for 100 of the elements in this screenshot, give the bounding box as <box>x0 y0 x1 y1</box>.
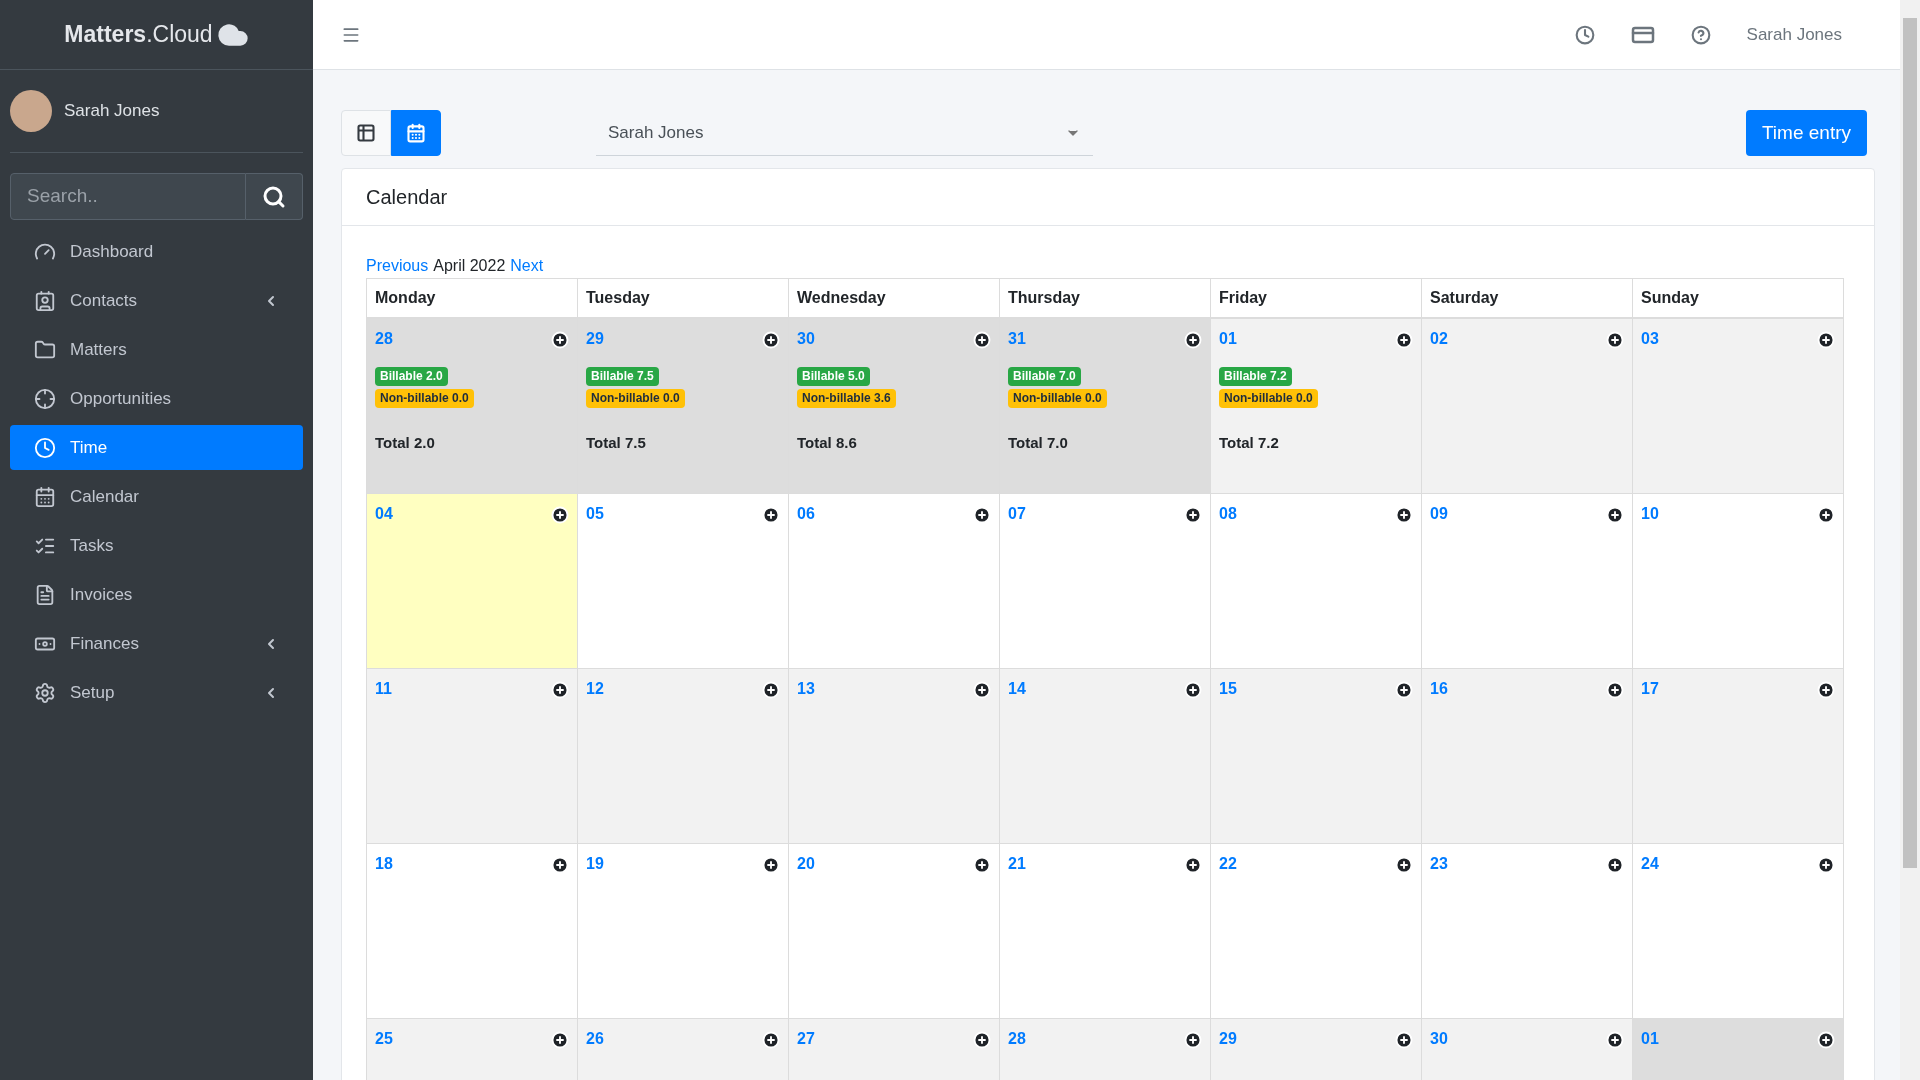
day-cell[interactable]: 28 <box>1000 1019 1211 1080</box>
add-icon[interactable] <box>1184 331 1202 349</box>
day-number[interactable]: 17 <box>1641 677 1659 701</box>
day-cell[interactable]: 13 <box>789 669 1000 844</box>
day-cell[interactable]: 02 <box>1422 319 1633 494</box>
day-cell[interactable]: 29 Billable 7.5 Non-billable 0.0 Total 7.5 <box>578 319 789 494</box>
add-icon[interactable] <box>1817 331 1835 349</box>
scrollbar[interactable] <box>1900 0 1920 1080</box>
day-cell[interactable]: 07 <box>1000 494 1211 669</box>
sidebar-item[interactable]: Tasks <box>10 523 303 568</box>
day-cell[interactable]: 12 <box>578 669 789 844</box>
sidebar-item[interactable]: Setup <box>10 670 303 715</box>
day-number[interactable]: 11 <box>375 677 392 701</box>
day-cell[interactable]: 30 <box>1422 1019 1633 1080</box>
day-number[interactable]: 07 <box>1008 502 1026 526</box>
add-icon[interactable] <box>1817 856 1835 874</box>
search-button[interactable] <box>246 173 303 220</box>
day-number[interactable]: 10 <box>1641 502 1659 526</box>
add-icon[interactable] <box>1606 331 1624 349</box>
sidebar-item[interactable]: Finances <box>10 621 303 666</box>
day-number[interactable]: 24 <box>1641 852 1659 876</box>
calendar-view-button[interactable] <box>391 110 441 156</box>
day-cell[interactable]: 26 <box>578 1019 789 1080</box>
add-icon[interactable] <box>762 506 780 524</box>
next-link[interactable]: Next <box>510 254 544 278</box>
search-field[interactable]: Search.. <box>10 173 246 220</box>
day-number[interactable]: 19 <box>586 852 604 876</box>
day-number[interactable]: 30 <box>797 327 815 351</box>
day-number[interactable]: 28 <box>1008 1027 1026 1051</box>
day-cell[interactable]: 19 <box>578 844 789 1019</box>
time-entry-button[interactable]: Time entry <box>1745 110 1867 156</box>
previous-link[interactable]: Previous <box>366 254 429 278</box>
day-cell[interactable]: 09 <box>1422 494 1633 669</box>
add-icon[interactable] <box>1184 681 1202 699</box>
add-icon[interactable] <box>1395 506 1413 524</box>
day-number[interactable]: 01 <box>1219 327 1237 351</box>
day-cell[interactable]: 23 <box>1422 844 1633 1019</box>
sidebar-item[interactable]: Invoices <box>10 572 303 617</box>
add-icon[interactable] <box>1395 856 1413 874</box>
user-name[interactable]: Sarah Jones <box>64 98 160 124</box>
day-number[interactable]: 23 <box>1430 852 1448 876</box>
add-icon[interactable] <box>973 506 991 524</box>
add-icon[interactable] <box>1817 681 1835 699</box>
day-cell[interactable]: 27 <box>789 1019 1000 1080</box>
add-icon[interactable] <box>1606 506 1624 524</box>
add-icon[interactable] <box>1817 1031 1835 1049</box>
day-cell[interactable]: 08 <box>1211 494 1422 669</box>
day-number[interactable]: 27 <box>797 1027 815 1051</box>
day-number[interactable]: 22 <box>1219 852 1237 876</box>
day-number[interactable]: 26 <box>586 1027 604 1051</box>
day-cell[interactable]: 10 <box>1633 494 1844 669</box>
add-icon[interactable] <box>551 506 569 524</box>
day-number[interactable]: 29 <box>1219 1027 1237 1051</box>
help-icon[interactable] <box>1690 24 1711 45</box>
sidebar-item[interactable]: Matters <box>10 327 303 372</box>
day-number[interactable]: 06 <box>797 502 815 526</box>
day-cell[interactable]: 25 <box>367 1019 578 1080</box>
day-cell[interactable]: 17 <box>1633 669 1844 844</box>
add-icon[interactable] <box>1606 1031 1624 1049</box>
day-cell[interactable]: 11 <box>367 669 578 844</box>
add-icon[interactable] <box>551 681 569 699</box>
add-icon[interactable] <box>551 856 569 874</box>
day-cell[interactable]: 18 <box>367 844 578 1019</box>
day-number[interactable]: 20 <box>797 852 815 876</box>
day-number[interactable]: 18 <box>375 852 393 876</box>
day-cell[interactable]: 20 <box>789 844 1000 1019</box>
day-number[interactable]: 12 <box>586 677 604 701</box>
day-number[interactable]: 28 <box>375 327 393 351</box>
user-menu[interactable]: Sarah Jones <box>1746 21 1842 48</box>
add-icon[interactable] <box>973 331 991 349</box>
day-number[interactable]: 31 <box>1008 327 1026 351</box>
user-select[interactable]: Sarah Jones <box>596 110 1093 156</box>
day-cell[interactable]: 16 <box>1422 669 1633 844</box>
add-icon[interactable] <box>1817 506 1835 524</box>
day-number[interactable]: 03 <box>1641 327 1659 351</box>
day-cell[interactable]: 29 <box>1211 1019 1422 1080</box>
add-icon[interactable] <box>551 1031 569 1049</box>
day-number[interactable]: 21 <box>1008 852 1026 876</box>
add-icon[interactable] <box>1606 681 1624 699</box>
day-cell[interactable]: 04 <box>367 494 578 669</box>
add-icon[interactable] <box>1184 856 1202 874</box>
day-number[interactable]: 15 <box>1219 677 1237 701</box>
day-number[interactable]: 29 <box>586 327 604 351</box>
add-icon[interactable] <box>762 856 780 874</box>
day-cell[interactable]: 28 Billable 2.0 Non-billable 0.0 Total 2.0 <box>367 319 578 494</box>
day-number[interactable]: 04 <box>375 502 393 526</box>
day-cell[interactable]: 22 <box>1211 844 1422 1019</box>
day-cell[interactable]: 21 <box>1000 844 1211 1019</box>
sidebar-item[interactable]: Opportunities <box>10 376 303 421</box>
add-icon[interactable] <box>762 331 780 349</box>
day-cell[interactable]: 01 Billable 7.2 Non-billable 0.0 Total 7.2 <box>1211 319 1422 494</box>
day-number[interactable]: 05 <box>586 502 604 526</box>
day-number[interactable]: 01 <box>1641 1027 1659 1051</box>
add-icon[interactable] <box>762 1031 780 1049</box>
day-cell[interactable]: 05 <box>578 494 789 669</box>
day-cell[interactable]: 30 Billable 5.0 Non-billable 3.6 Total 8.6 <box>789 319 1000 494</box>
add-icon[interactable] <box>973 856 991 874</box>
day-cell[interactable]: 24 <box>1633 844 1844 1019</box>
clock-icon[interactable] <box>1574 24 1595 45</box>
brand-logo-text[interactable]: Matters.Cloud <box>64 17 213 52</box>
